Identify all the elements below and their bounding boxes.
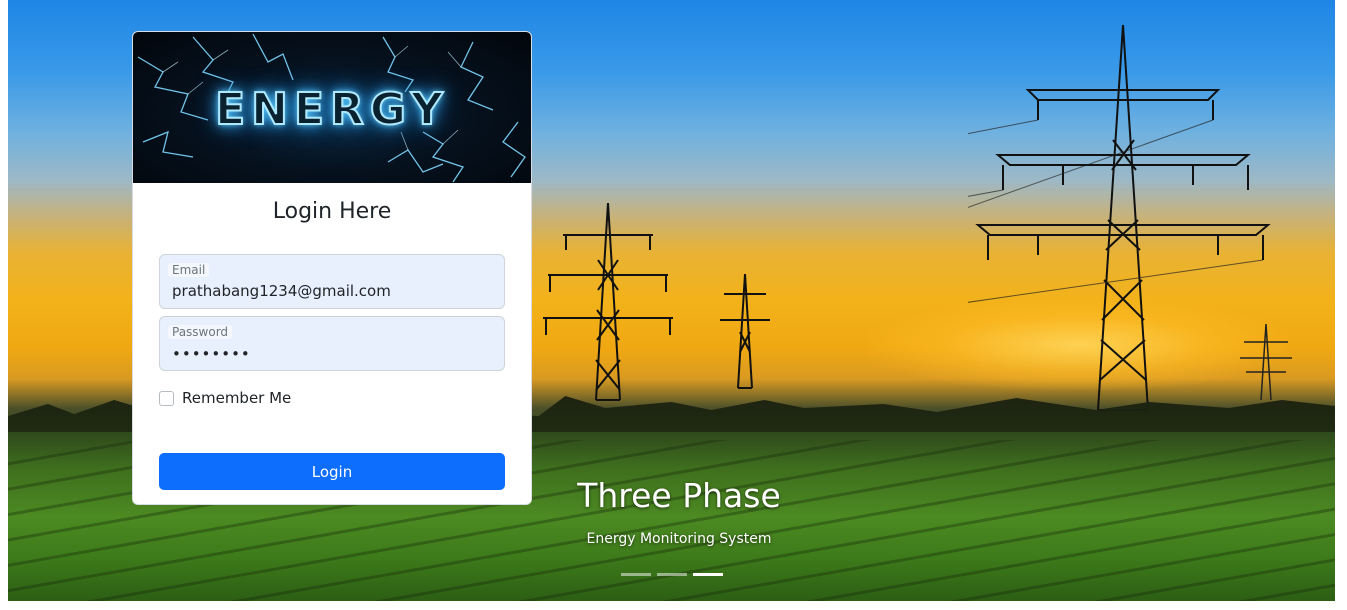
email-label: Email: [168, 263, 210, 277]
email-value[interactable]: prathabang1234@gmail.com: [172, 282, 391, 300]
remember-me[interactable]: Remember Me: [159, 389, 291, 407]
power-tower-small: [716, 272, 774, 390]
energy-logo: ENERGY: [214, 83, 449, 136]
password-value[interactable]: ••••••••: [172, 345, 251, 363]
carousel-indicator-2[interactable]: [657, 573, 687, 576]
remember-me-checkbox[interactable]: [159, 390, 174, 406]
carousel-indicator-1[interactable]: [621, 573, 651, 576]
login-card: ENERGY Login Here Email prathabang1234@g…: [132, 31, 532, 505]
power-tower-large: [968, 20, 1278, 415]
login-title: Login Here: [272, 199, 392, 224]
carousel-caption: Three Phase Energy Monitoring System: [508, 476, 850, 547]
power-tower-medium: [538, 200, 678, 405]
carousel-title: Three Phase: [577, 476, 781, 515]
carousel-indicator-3[interactable]: [693, 573, 723, 576]
power-tower-distant: [1236, 322, 1296, 402]
energy-banner: ENERGY: [133, 32, 531, 183]
remember-me-label[interactable]: Remember Me: [182, 389, 291, 407]
password-label: Password: [168, 325, 233, 339]
carousel-subtitle: Energy Monitoring System: [586, 531, 772, 547]
carousel-indicators: [621, 573, 723, 576]
login-button[interactable]: Login: [159, 453, 505, 490]
password-field[interactable]: Password ••••••••: [159, 316, 505, 371]
email-field[interactable]: Email prathabang1234@gmail.com: [159, 254, 505, 309]
